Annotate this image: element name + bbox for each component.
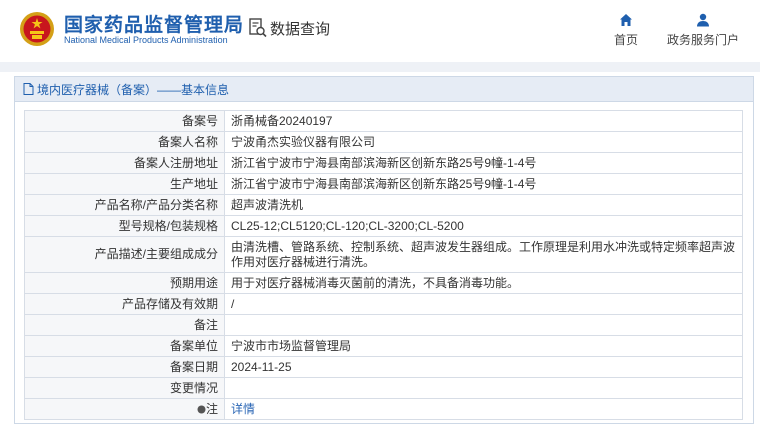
row-label: 产品描述/主要组成成分: [24, 236, 225, 273]
table-row: 预期用途 用于对医疗器械消毒灭菌前的清洗，不具备消毒功能。: [24, 272, 743, 294]
row-value: 浙甬械备20240197: [224, 110, 743, 132]
panel-title-bar: 境内医疗器械（备案）——基本信息: [15, 77, 753, 102]
table-row: 型号规格/包装规格 CL25-12;CL5120;CL-120;CL-3200;…: [24, 215, 743, 237]
table-row: 注 详情: [24, 398, 743, 420]
data-query-label: 数据查询: [270, 20, 331, 38]
table-row: 备案单位 宁波市市场监督管理局: [24, 335, 743, 357]
row-label: 备案单位: [24, 335, 225, 357]
row-value: 超声波清洗机: [224, 194, 743, 216]
data-query-link[interactable]: 数据查询: [249, 17, 330, 39]
row-value: [224, 377, 743, 399]
table-row: 备案人注册地址 浙江省宁波市宁海县南部滨海新区创新东路25号9幢-1-4号: [24, 152, 743, 174]
user-icon: [697, 13, 709, 27]
brand-subtitle: National Medical Products Administration: [64, 35, 228, 45]
info-table: 备案号 浙甬械备20240197 备案人名称 宁波甬杰实验仪器有限公司 备案人注…: [24, 110, 743, 420]
document-icon: [23, 83, 34, 95]
table-row: 变更情况: [24, 377, 743, 399]
home-icon: [620, 14, 632, 26]
row-value-note: 详情: [224, 398, 743, 420]
table-row: 产品描述/主要组成成分 由清洗槽、管路系统、控制系统、超声波发生器组成。工作原理…: [24, 236, 743, 273]
table-row: 备案人名称 宁波甬杰实验仪器有限公司: [24, 131, 743, 153]
panel-title: 境内医疗器械（备案）——基本信息: [37, 82, 230, 97]
row-label: 备案人名称: [24, 131, 225, 153]
info-panel: 境内医疗器械（备案）——基本信息 备案号 浙甬械备20240197 备案人名称 …: [14, 76, 754, 424]
row-label: 备案日期: [24, 356, 225, 378]
table-row: 生产地址 浙江省宁波市宁海县南部滨海新区创新东路25号9幢-1-4号: [24, 173, 743, 195]
row-label: 备案人注册地址: [24, 152, 225, 174]
row-value: CL25-12;CL5120;CL-120;CL-3200;CL-5200: [224, 215, 743, 237]
table-row: 备案日期 2024-11-25: [24, 356, 743, 378]
row-value: 宁波甬杰实验仪器有限公司: [224, 131, 743, 153]
row-label-note: 注: [24, 398, 225, 420]
table-row: 备案号 浙甬械备20240197: [24, 110, 743, 132]
national-emblem-icon: [20, 12, 54, 46]
header-divider: [0, 62, 760, 72]
row-label: 产品存储及有效期: [24, 293, 225, 315]
row-label: 生产地址: [24, 173, 225, 195]
row-label: 备案号: [24, 110, 225, 132]
row-value: 宁波市市场监督管理局: [224, 335, 743, 357]
row-value: 用于对医疗器械消毒灭菌前的清洗，不具备消毒功能。: [224, 272, 743, 294]
brand-title: 国家药品监督管理局: [64, 15, 245, 36]
document-search-icon: [249, 18, 267, 38]
nav-gov-label: 政务服务门户: [666, 33, 739, 47]
row-label: 变更情况: [24, 377, 225, 399]
row-value: [224, 314, 743, 336]
row-value: 浙江省宁波市宁海县南部滨海新区创新东路25号9幢-1-4号: [224, 152, 743, 174]
table-row: 备注: [24, 314, 743, 336]
table-row: 产品名称/产品分类名称 超声波清洗机: [24, 194, 743, 216]
row-label: 型号规格/包装规格: [24, 215, 225, 237]
row-value: /: [224, 293, 743, 315]
details-link[interactable]: 详情: [231, 402, 255, 416]
row-label: 预期用途: [24, 272, 225, 294]
nav-home[interactable]: 首页: [610, 13, 642, 48]
row-value: 浙江省宁波市宁海县南部滨海新区创新东路25号9幢-1-4号: [224, 173, 743, 195]
row-value: 由清洗槽、管路系统、控制系统、超声波发生器组成。工作原理是利用水冲洗或特定频率超…: [224, 236, 743, 273]
row-value: 2024-11-25: [224, 356, 743, 378]
nav-gov-service[interactable]: 政务服务门户: [662, 13, 744, 48]
table-row: 产品存储及有效期 /: [24, 293, 743, 315]
note-label: 注: [205, 401, 218, 416]
row-label: 备注: [24, 314, 225, 336]
site-header: 国家药品监督管理局 National Medical Products Admi…: [0, 0, 760, 62]
nav-home-label: 首页: [613, 33, 638, 47]
row-label: 产品名称/产品分类名称: [24, 194, 225, 216]
info-dot-icon: [197, 405, 206, 413]
